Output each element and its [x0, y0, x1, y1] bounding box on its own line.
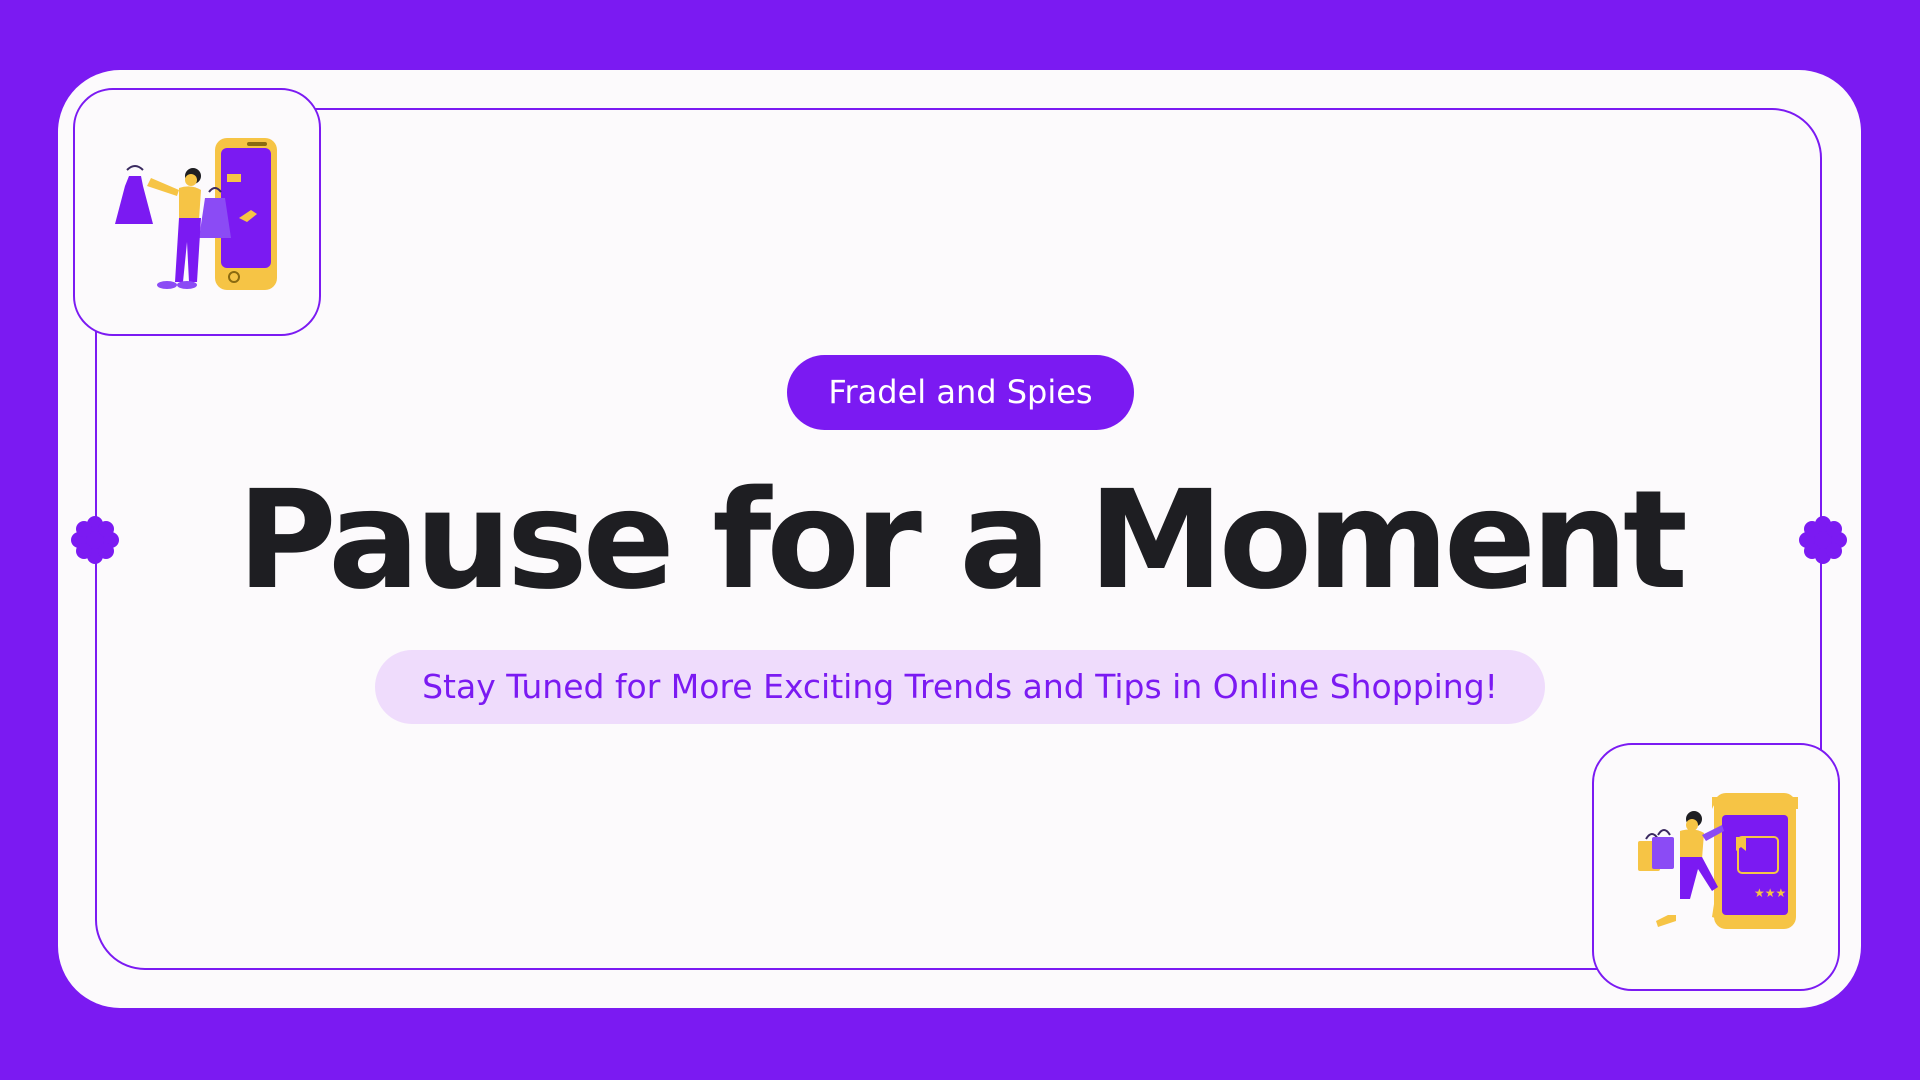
- svg-text:★★★: ★★★: [1754, 886, 1786, 900]
- subtitle-pill: Stay Tuned for More Exciting Trends and …: [375, 650, 1545, 724]
- brand-pill: Fradel and Spies: [787, 355, 1134, 430]
- top-left-illustration-box: [73, 88, 321, 336]
- page-title: Pause for a Moment: [237, 462, 1688, 620]
- bottom-right-illustration-box: ★★★: [1592, 743, 1840, 991]
- man-with-bags-phone-store-illustration-icon: ★★★: [1638, 793, 1798, 929]
- woman-shopping-on-phone-illustration-icon: [115, 138, 277, 290]
